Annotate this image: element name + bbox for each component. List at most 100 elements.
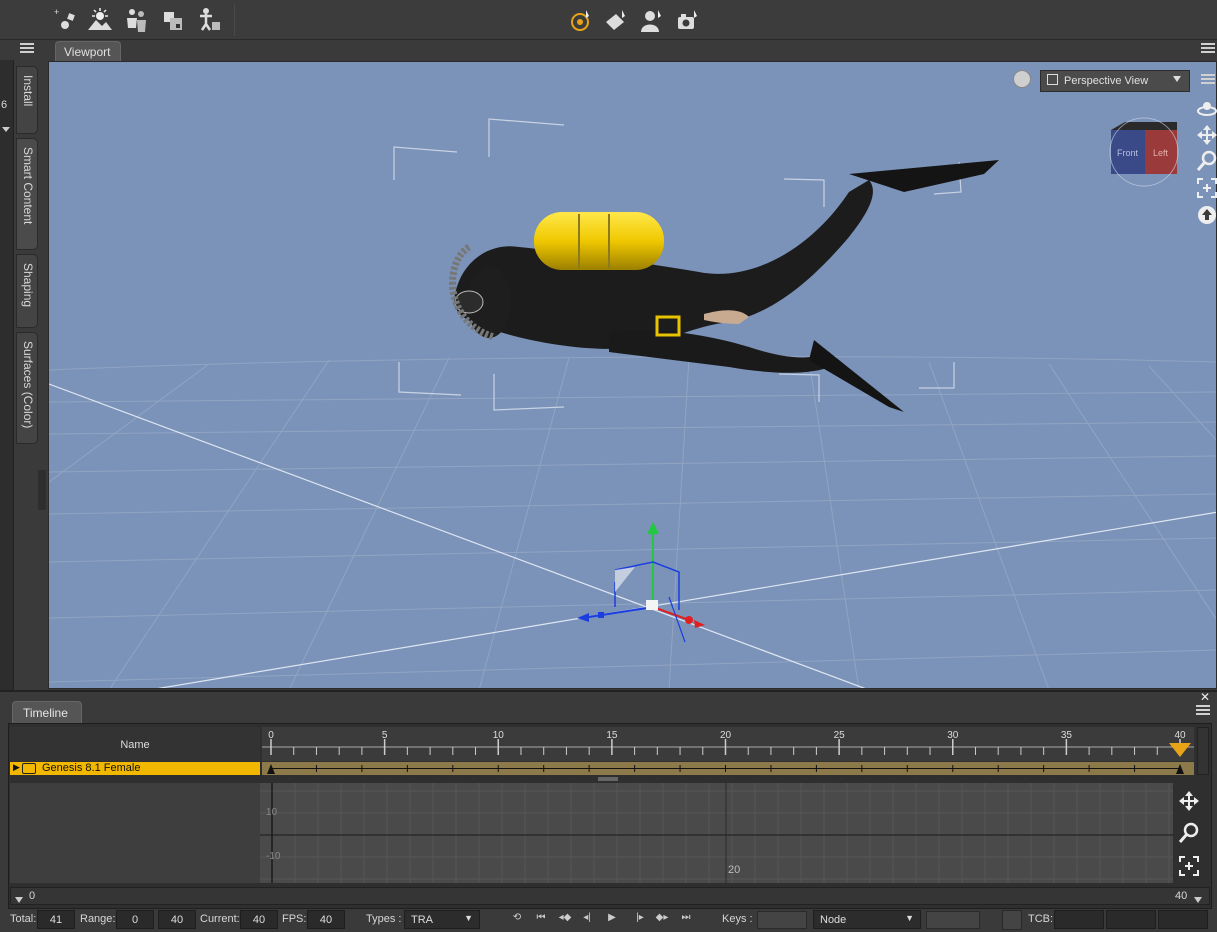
universal-tool-icon[interactable] — [566, 6, 594, 34]
pane-menu-icon[interactable] — [20, 43, 34, 55]
draw-style-icon[interactable] — [1013, 70, 1031, 88]
floor-grid — [49, 356, 1216, 688]
tcb-label: TCB: — [1028, 913, 1054, 925]
next-key-icon[interactable]: ◆▸ — [653, 912, 671, 928]
fps-label: FPS: — [282, 913, 307, 925]
vertical-scrollbar[interactable] — [1197, 727, 1209, 775]
tab-viewport[interactable]: Viewport — [55, 41, 121, 61]
tcb-continuity-field[interactable] — [1106, 910, 1156, 929]
chevron-down-icon — [1173, 76, 1181, 82]
frame-ruler[interactable]: 0 5 10 15 20 25 30 35 40 — [262, 727, 1194, 761]
figure-icon[interactable] — [122, 6, 150, 34]
delete-key-icon[interactable] — [926, 911, 980, 929]
range-end-marker-icon[interactable] — [1194, 897, 1202, 903]
frame-icon[interactable] — [1196, 177, 1217, 199]
figure-tool-icon[interactable] — [638, 6, 666, 34]
ruler-canvas: 0 5 10 15 20 25 30 35 40 — [262, 730, 1194, 757]
view-select-dropdown[interactable]: Perspective View — [1040, 70, 1190, 92]
prev-key-icon[interactable]: ◂◆ — [556, 912, 574, 928]
tab-timeline[interactable]: Timeline — [12, 701, 82, 723]
graph-left-panel — [10, 783, 260, 883]
ruler-label: 15 — [606, 730, 618, 741]
split-grip[interactable] — [598, 777, 618, 781]
orbit-icon[interactable] — [1196, 98, 1217, 120]
keys-label: Keys : — [722, 913, 753, 925]
tcb-bias-field[interactable] — [1158, 910, 1208, 929]
camera-tool-icon[interactable] — [674, 6, 702, 34]
new-scene-icon[interactable]: + — [52, 6, 80, 34]
graph-pan-icon[interactable] — [1178, 790, 1200, 812]
svg-text:Left: Left — [1153, 148, 1169, 158]
current-label: Current: — [200, 913, 240, 925]
graph-zoom-icon[interactable] — [1178, 822, 1200, 844]
reset-view-icon[interactable] — [1196, 204, 1217, 226]
close-icon[interactable]: ✕ — [1200, 690, 1210, 704]
step-forward-icon[interactable]: |▸ — [631, 912, 649, 928]
ruler-label: 5 — [382, 730, 388, 741]
svg-text:Front: Front — [1117, 148, 1139, 158]
last-frame-icon[interactable]: ⏭ — [677, 912, 695, 928]
name-column-header: Name — [10, 727, 260, 761]
types-dropdown[interactable]: TRA ▼ — [404, 910, 480, 929]
ruler-label: 40 — [1174, 730, 1186, 741]
range-scrollbar[interactable]: 0 40 — [10, 887, 1210, 905]
total-field[interactable]: 41 — [37, 910, 75, 929]
tcb-tension-field[interactable] — [1054, 910, 1104, 929]
types-label: Types : — [366, 913, 402, 925]
timeline-menu-icon[interactable] — [1196, 705, 1210, 717]
pan-icon[interactable] — [1196, 124, 1217, 146]
left-edge-number: 6 — [1, 99, 8, 111]
tab-install[interactable]: Install — [16, 66, 38, 134]
track-row-genesis[interactable]: ▶ Genesis 8.1 Female — [10, 762, 260, 775]
main-toolbar: + — [0, 0, 1217, 40]
tab-surfaces[interactable]: Surfaces (Color) — [16, 332, 38, 444]
viewport-3d[interactable]: Front Left — [48, 61, 1217, 689]
ruler-label: 25 — [834, 730, 846, 741]
transform-gizmo — [577, 522, 705, 643]
track-keyframe-bar[interactable] — [262, 762, 1194, 775]
diver-figure — [449, 160, 999, 412]
curve-icon[interactable] — [1002, 910, 1022, 930]
zoom-icon[interactable] — [1196, 150, 1217, 172]
splitter-handle[interactable] — [38, 470, 46, 510]
current-frame-field[interactable]: 40 — [240, 910, 278, 929]
graph-label-upper: 10 — [266, 807, 278, 818]
figure-node-icon — [22, 763, 36, 774]
scene-canvas: Front Left — [49, 117, 1216, 688]
svg-text:+: + — [54, 7, 59, 17]
first-frame-icon[interactable]: ⏮ — [532, 912, 550, 928]
node-dropdown[interactable]: Node ▼ — [813, 910, 921, 929]
surface-tool-icon[interactable] — [602, 6, 630, 34]
fps-field[interactable]: 40 — [307, 910, 345, 929]
add-key-icon[interactable] — [757, 911, 807, 929]
pose-icon[interactable] — [196, 6, 224, 34]
ruler-label: 20 — [720, 730, 732, 741]
props-icon[interactable] — [160, 6, 188, 34]
viewport-menu-icon[interactable] — [1201, 43, 1215, 55]
left-edge-arrow-icon[interactable] — [2, 127, 10, 132]
viewport-options-icon[interactable] — [1201, 74, 1215, 86]
range-end-field[interactable]: 40 — [158, 910, 196, 929]
ruler-label: 10 — [493, 730, 505, 741]
graph-label-mid: 20 — [728, 864, 741, 876]
tab-smart-content[interactable]: Smart Content — [16, 138, 38, 250]
grid-view-icon — [1047, 74, 1058, 85]
tab-shaping[interactable]: Shaping — [16, 254, 38, 328]
range-start-field[interactable]: 0 — [116, 910, 154, 929]
step-back-icon[interactable]: ◂| — [578, 912, 596, 928]
keyframe-canvas — [267, 764, 1184, 774]
loop-icon[interactable]: ⟲ — [508, 912, 526, 928]
playhead-marker — [1169, 743, 1191, 757]
graph-frame-icon[interactable] — [1178, 855, 1200, 877]
render-icon[interactable] — [86, 6, 114, 34]
range-start-marker-icon[interactable] — [15, 897, 23, 903]
left-collapsed-strip — [0, 60, 14, 690]
ruler-label: 30 — [947, 730, 959, 741]
view-cube: Front Left — [1109, 117, 1179, 187]
play-icon[interactable]: ▶ — [603, 912, 621, 928]
total-label: Total: — [10, 913, 37, 925]
range-label: Range: — [80, 913, 116, 925]
expand-arrow-icon[interactable]: ▶ — [13, 762, 20, 773]
ruler-label: 0 — [268, 730, 274, 741]
graph-label-lower: -10 — [266, 851, 281, 862]
